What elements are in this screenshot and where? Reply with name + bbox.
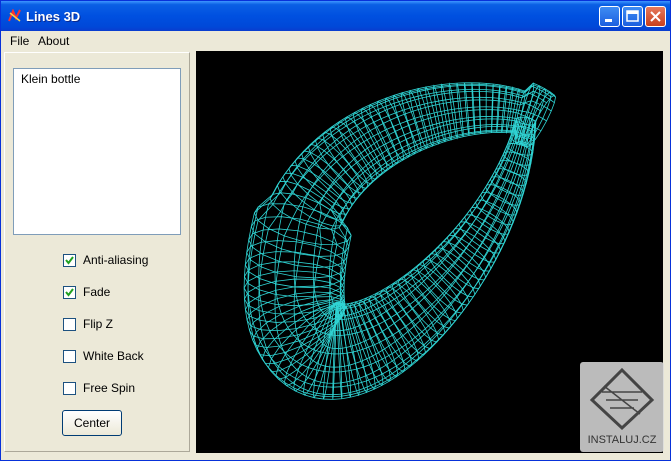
watermark: INSTALUJ.CZ	[580, 362, 664, 452]
control-panel: Klein bottle Anti-aliasing Fade Flip Z W…	[4, 52, 190, 452]
close-icon	[650, 11, 661, 22]
window-title: Lines 3D	[26, 9, 81, 24]
menu-about[interactable]: About	[38, 34, 69, 48]
minimize-icon	[605, 19, 612, 22]
anti-aliasing-checkbox[interactable]	[63, 254, 76, 267]
menu-bar: File About	[1, 31, 670, 50]
center-button[interactable]: Center	[62, 410, 122, 436]
flip-z-checkbox[interactable]	[63, 318, 76, 331]
app-icon	[8, 9, 21, 22]
watermark-logo-icon	[589, 367, 655, 431]
app-window: Lines 3D File About Klein bottle Anti-al…	[0, 0, 671, 461]
white-back-label: White Back	[83, 349, 144, 363]
minimize-button[interactable]	[599, 6, 620, 27]
checkmark-icon	[65, 256, 74, 265]
list-item[interactable]: Klein bottle	[21, 72, 80, 86]
fade-label: Fade	[83, 285, 111, 299]
model-listbox[interactable]: Klein bottle	[13, 68, 181, 235]
maximize-button[interactable]	[622, 6, 643, 27]
free-spin-checkbox[interactable]	[63, 382, 76, 395]
flip-z-label: Flip Z	[83, 317, 113, 331]
free-spin-label: Free Spin	[83, 381, 136, 395]
fade-checkbox[interactable]	[63, 286, 76, 299]
anti-aliasing-label: Anti-aliasing	[83, 253, 149, 267]
menu-file[interactable]: File	[10, 34, 29, 48]
close-button[interactable]	[645, 6, 666, 27]
maximize-icon	[626, 10, 639, 22]
title-bar[interactable]: Lines 3D	[1, 1, 670, 31]
white-back-checkbox[interactable]	[63, 350, 76, 363]
watermark-text: INSTALUJ.CZ	[587, 434, 657, 446]
checkmark-icon	[65, 288, 74, 297]
